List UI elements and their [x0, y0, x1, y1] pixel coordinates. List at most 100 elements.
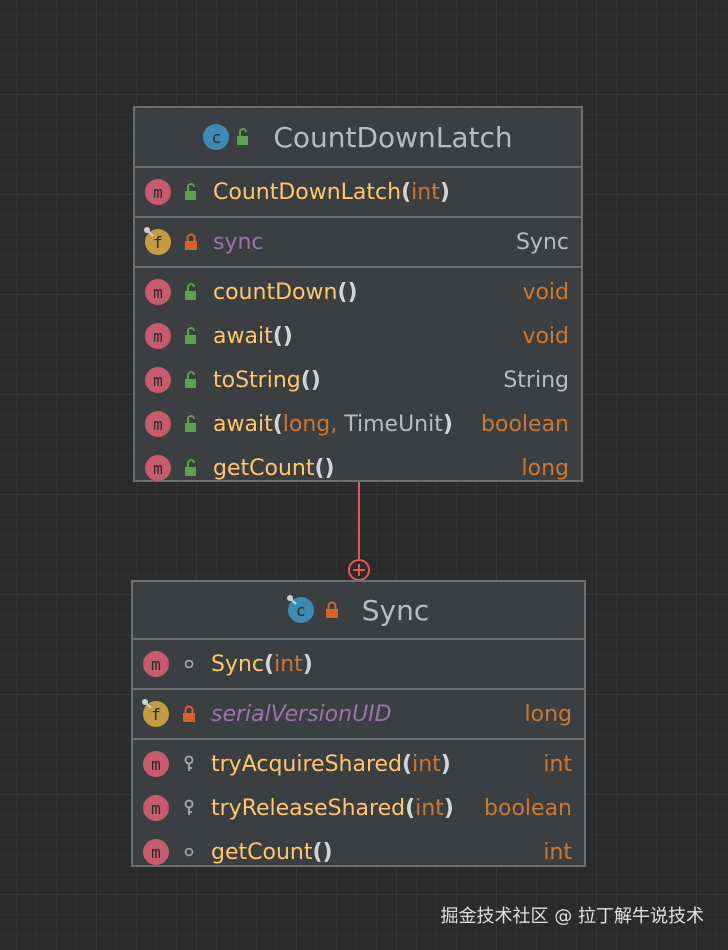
field-row[interactable]: f sync Sync	[135, 220, 581, 264]
param-type: long	[282, 411, 331, 437]
return-type: long	[521, 455, 569, 481]
return-type: int	[543, 751, 572, 777]
field-icon: f	[144, 227, 171, 255]
method-call: ()	[272, 323, 293, 349]
close-paren: )	[443, 795, 454, 821]
nested-marker-icon	[348, 559, 370, 581]
method-name: await	[213, 411, 273, 437]
method-icon: m	[143, 651, 169, 677]
close-paren: )	[439, 179, 450, 205]
close-paren: )	[440, 751, 451, 777]
return-type: int	[543, 839, 572, 865]
method-call: ()	[300, 367, 321, 393]
close-paren: )	[302, 651, 313, 677]
constructor-row[interactable]: m Sync(int)	[133, 642, 584, 686]
method-icon: m	[145, 411, 171, 437]
constructor-row[interactable]: m CountDownLatch(int)	[135, 170, 581, 214]
return-type: boolean	[484, 795, 572, 821]
public-lock-icon	[181, 458, 201, 478]
method-row[interactable]: m getCount() long	[135, 446, 581, 490]
method-name: tryReleaseShared	[211, 795, 406, 821]
method-row[interactable]: m await(long, TimeUnit) boolean	[135, 402, 581, 446]
pin-icon	[142, 699, 152, 709]
open-paren: (	[402, 751, 413, 777]
param-type: int	[274, 651, 303, 677]
method-icon: m	[145, 323, 171, 349]
package-private-icon	[179, 842, 199, 862]
return-type: void	[522, 323, 569, 349]
method-icon: m	[145, 279, 171, 305]
field-row[interactable]: f serialVersionUID long	[133, 692, 584, 736]
open-paren: (	[405, 795, 416, 821]
private-lock-icon	[325, 601, 338, 618]
public-lock-icon	[181, 282, 201, 302]
close-paren: )	[442, 411, 453, 437]
protected-key-icon	[179, 754, 199, 774]
constructors-section: m CountDownLatch(int)	[135, 168, 581, 218]
class-letter: c	[295, 600, 306, 620]
field-type: Sync	[515, 229, 569, 255]
field-name: serialVersionUID	[211, 701, 392, 727]
class-box-sync[interactable]: c Sync m Sync(int) f serialVersionUID lo…	[131, 580, 586, 867]
method-icon: m	[143, 795, 169, 821]
method-name: tryAcquireShared	[211, 751, 403, 777]
method-call: ()	[337, 279, 358, 305]
param-comma: ,	[330, 411, 338, 437]
return-type: void	[522, 279, 569, 305]
constructor-name: Sync	[211, 651, 265, 677]
method-name: getCount	[213, 455, 315, 481]
field-icon: f	[142, 699, 169, 727]
return-type: boolean	[481, 411, 569, 437]
pin-icon	[144, 227, 154, 237]
method-icon: m	[145, 179, 171, 205]
class-name: Sync	[361, 593, 430, 627]
public-lock-icon	[181, 182, 201, 202]
public-lock-icon	[181, 414, 201, 434]
public-lock-icon	[237, 128, 249, 145]
watermark: 掘金技术社区 @ 拉丁解牛说技术	[440, 906, 704, 927]
private-lock-icon	[179, 704, 199, 724]
class-box-countdownlatch[interactable]: c CountDownLatch m CountDownLatch(int) f…	[133, 106, 583, 482]
param-type: int	[411, 179, 440, 205]
method-row[interactable]: m tryAcquireShared(int) int	[133, 742, 584, 786]
class-name: CountDownLatch	[273, 120, 513, 154]
method-icon: m	[145, 455, 171, 481]
class-header[interactable]: c CountDownLatch	[135, 108, 581, 168]
method-row[interactable]: m toString() String	[135, 358, 581, 402]
fields-section: f serialVersionUID long	[133, 690, 584, 740]
class-icon: c	[203, 124, 230, 150]
method-name: getCount	[211, 839, 313, 865]
methods-section: m countDown() void m await() void m toSt…	[135, 268, 581, 492]
constructor-name: CountDownLatch	[213, 179, 402, 205]
method-row[interactable]: m countDown() void	[135, 270, 581, 314]
private-lock-icon	[181, 232, 201, 252]
param-type: int	[412, 751, 441, 777]
public-lock-icon	[181, 326, 201, 346]
class-header[interactable]: c Sync	[133, 582, 584, 640]
param-type: int	[415, 795, 444, 821]
open-paren: (	[264, 651, 275, 677]
method-name: toString	[213, 367, 301, 393]
method-call: ()	[312, 839, 333, 865]
method-row[interactable]: m getCount() int	[133, 830, 584, 874]
method-call: ()	[314, 455, 335, 481]
method-name: countDown	[213, 279, 338, 305]
open-paren: (	[401, 179, 412, 205]
package-private-icon	[179, 654, 199, 674]
method-icon: m	[143, 839, 169, 865]
method-icon: m	[145, 367, 171, 393]
constructors-section: m Sync(int)	[133, 640, 584, 690]
open-paren: (	[272, 411, 283, 437]
method-row[interactable]: m await() void	[135, 314, 581, 358]
public-lock-icon	[181, 370, 201, 390]
methods-section: m tryAcquireShared(int) int m tryRelease…	[133, 740, 584, 876]
field-name: sync	[213, 229, 264, 255]
field-letter: f	[151, 704, 161, 724]
method-icon: m	[143, 751, 169, 777]
protected-key-icon	[179, 798, 199, 818]
field-type: long	[524, 701, 572, 727]
method-row[interactable]: m tryReleaseShared(int) boolean	[133, 786, 584, 830]
method-name: await	[213, 323, 273, 349]
class-icon: c	[286, 595, 314, 623]
fields-section: f sync Sync	[135, 218, 581, 268]
